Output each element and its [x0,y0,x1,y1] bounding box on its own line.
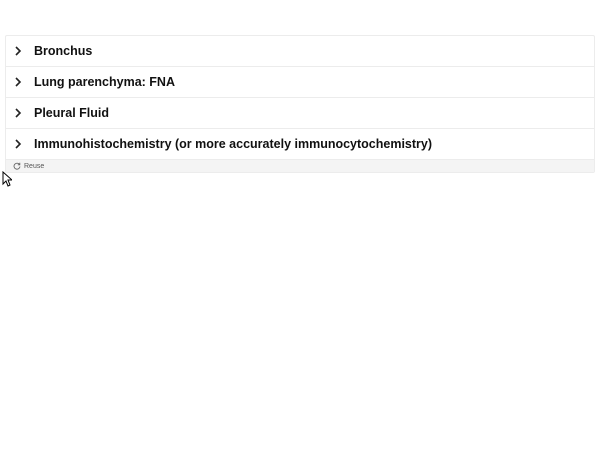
accordion-item-label: Bronchus [34,44,93,58]
accordion: Bronchus Lung parenchyma: FNA Pleural Fl… [5,35,595,173]
accordion-item-label: Immunohistochemistry (or more accurately… [34,137,433,151]
accordion-item-bronchus[interactable]: Bronchus [6,36,594,67]
accordion-item-lung-parenchyma[interactable]: Lung parenchyma: FNA [6,67,594,98]
mouse-pointer-icon [2,170,14,187]
accordion-item-label: Lung parenchyma: FNA [34,75,175,89]
page: Bronchus Lung parenchyma: FNA Pleural Fl… [0,0,600,449]
accordion-item-immunohistochemistry[interactable]: Immunohistochemistry (or more accurately… [6,129,594,160]
refresh-icon[interactable] [13,162,21,170]
chevron-right-icon [13,45,23,57]
chevron-right-icon [13,138,23,150]
accordion-item-pleural-fluid[interactable]: Pleural Fluid [6,98,594,129]
chevron-right-icon [13,76,23,88]
reuse-button[interactable]: Reuse [24,163,44,170]
chevron-right-icon [13,107,23,119]
accordion-item-label: Pleural Fluid [34,106,110,120]
accordion-footer: Reuse [6,160,594,172]
